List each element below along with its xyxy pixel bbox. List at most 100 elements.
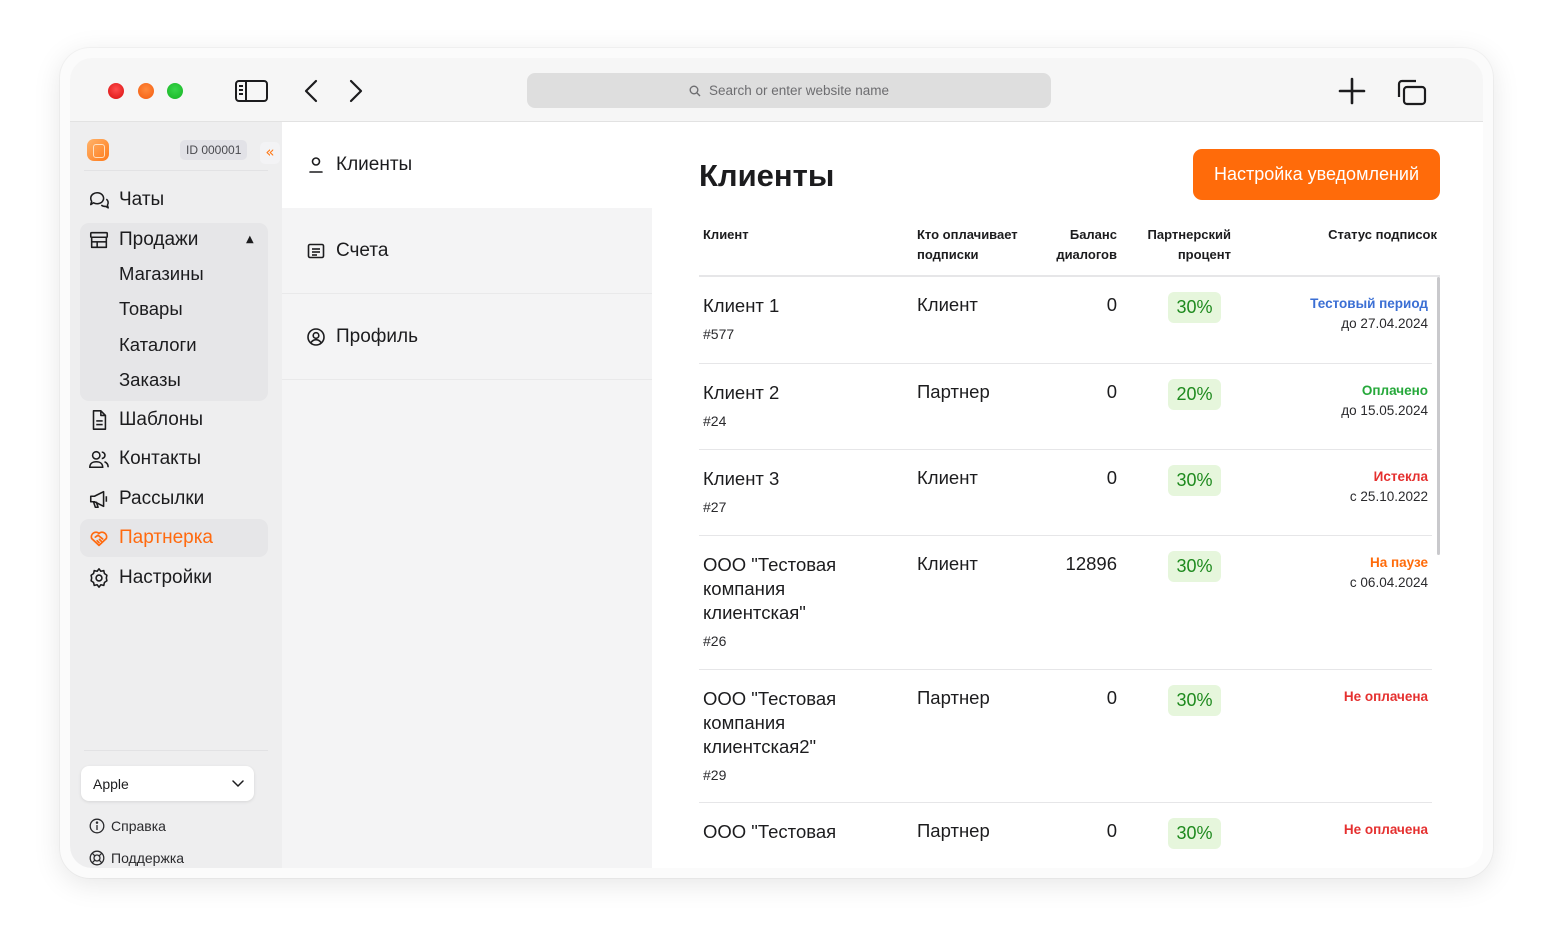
table-row[interactable]: ООО "Тестовая компания клиентская2" #29 П…	[699, 670, 1432, 803]
percent-badge: 20%	[1168, 379, 1221, 410]
divider	[84, 170, 268, 171]
chevron-down-icon	[232, 780, 244, 788]
zoom-window-button[interactable]	[167, 83, 183, 99]
store-select-value: Apple	[93, 775, 129, 792]
sidebar-item-label: Продажи	[119, 229, 199, 250]
gear-icon	[90, 568, 108, 588]
lifebuoy-icon	[89, 850, 105, 866]
help-link[interactable]: Справка	[89, 818, 166, 834]
column-header-percent[interactable]: Партнерский процент	[1136, 225, 1231, 265]
handshake-icon	[90, 531, 108, 547]
client-id: #577	[703, 326, 735, 342]
new-tab-icon[interactable]	[1338, 77, 1366, 105]
sidebar-item-label: Контакты	[119, 448, 202, 469]
table-row[interactable]: ООО "Тестовая компания клиентская" #26 Кл…	[699, 536, 1432, 670]
percent-badge: 30%	[1168, 818, 1221, 849]
status-label: Не оплачена	[1343, 822, 1428, 837]
status-cell: Оплачено до 15.05.2024	[1341, 381, 1428, 421]
percent-badge: 30%	[1168, 685, 1221, 716]
subnav-label: Клиенты	[336, 154, 413, 175]
sidebar-item-label: Чаты	[119, 189, 165, 210]
column-header-client[interactable]: Клиент	[703, 225, 749, 245]
client-id: #24	[703, 413, 727, 429]
chat-icon	[89, 191, 109, 209]
column-header-payer[interactable]: Кто оплачивает подписки	[917, 225, 1018, 265]
partner-subnav: Клиенты Счета Профиль	[282, 122, 652, 868]
payer-cell: Партнер	[917, 820, 990, 841]
sidebar-item-partner[interactable]: Партнерка	[80, 519, 268, 557]
balance-cell: 0	[1106, 381, 1117, 402]
sidebar-item-label: Рассылки	[119, 488, 205, 509]
megaphone-icon	[89, 490, 108, 509]
minimize-window-button[interactable]	[138, 83, 154, 99]
balance-cell: 12896	[1065, 553, 1117, 574]
subnav-profile[interactable]: Профиль	[282, 294, 652, 380]
browser-content: Search or enter website name ID 000001 «…	[70, 58, 1483, 868]
sidebar-item-settings[interactable]: Настройки	[80, 559, 268, 597]
balance-cell: 0	[1106, 294, 1117, 315]
payer-cell: Партнер	[917, 687, 990, 708]
browser-toolbar: Search or enter website name	[70, 58, 1483, 122]
subnav-invoices[interactable]: Счета	[282, 208, 652, 294]
store-select[interactable]: Apple	[81, 766, 254, 801]
sidebar-item-mailings[interactable]: Рассылки	[80, 480, 268, 518]
sidebar-item-chats[interactable]: Чаты	[80, 181, 268, 219]
subnav-label: Счета	[336, 239, 389, 261]
forward-icon[interactable]	[347, 79, 365, 103]
status-date: до 15.05.2024	[1341, 403, 1428, 418]
sidebar-subitem-orders[interactable]: Заказы	[119, 369, 181, 391]
balance-cell: 0	[1106, 467, 1117, 488]
sidebar-item-templates[interactable]: Шаблоны	[80, 401, 268, 439]
sidebar-toggle-icon[interactable]	[235, 80, 268, 102]
payer-cell: Партнер	[917, 381, 990, 402]
account-id-badge: ID 000001	[180, 140, 248, 160]
sidebar-subitem-catalogs[interactable]: Каталоги	[119, 334, 197, 356]
client-name-cell: ООО "Тестовая компания клиентская2" #29	[703, 687, 873, 787]
status-label: Оплачено	[1361, 383, 1428, 398]
divider	[84, 750, 268, 751]
invoice-icon	[307, 243, 325, 258]
back-icon[interactable]	[302, 79, 320, 103]
table-row[interactable]: Клиент 3 #27 Клиент 0 30% Истекла с 25.10.…	[699, 450, 1432, 536]
sidebar-subitem-stores[interactable]: Магазины	[119, 263, 204, 285]
sidebar-subitem-products[interactable]: Товары	[119, 298, 183, 320]
app-logo[interactable]	[87, 139, 109, 161]
subnav-clients[interactable]: Клиенты	[282, 122, 652, 208]
collapse-sidebar-button[interactable]: «	[260, 142, 280, 164]
client-id: #27	[703, 499, 727, 515]
address-placeholder: Search or enter website name	[708, 83, 890, 98]
page-title: Клиенты	[699, 158, 835, 193]
column-header-status[interactable]: Статус подписок	[1292, 225, 1437, 245]
client-id: #29	[703, 767, 727, 783]
sidebar-item-label: Настройки	[119, 567, 213, 588]
support-label: Поддержка	[111, 850, 185, 866]
status-cell: Истекла с 25.10.2022	[1350, 467, 1428, 507]
tab-overview-icon[interactable]	[1396, 79, 1428, 107]
table-row[interactable]: ООО "Тестовая Партнер 0 30% Не оплачена	[699, 803, 1432, 868]
close-window-button[interactable]	[108, 83, 124, 99]
store-icon	[89, 231, 109, 249]
client-name-cell: ООО "Тестовая компания клиентская" #26	[703, 553, 873, 653]
status-date: до 27.04.2024	[1341, 316, 1428, 331]
person-icon	[309, 157, 323, 173]
collapse-caret-icon[interactable]: ▲	[246, 234, 254, 245]
table-scrollbar[interactable]	[1437, 277, 1440, 555]
users-icon	[89, 450, 109, 469]
table-row[interactable]: Клиент 1 #577 Клиент 0 30% Тестовый перио…	[699, 277, 1432, 364]
client-name-cell: Клиент 1 #577	[703, 294, 873, 346]
address-bar[interactable]: Search or enter website name	[527, 73, 1051, 108]
support-link[interactable]: Поддержка	[89, 850, 184, 866]
percent-badge: 30%	[1168, 292, 1221, 323]
client-name-cell: Клиент 2 #24	[703, 381, 873, 433]
notification-settings-button[interactable]: Настройка уведомлений	[1193, 149, 1440, 200]
column-header-balance[interactable]: Баланс диалогов	[1047, 225, 1117, 265]
table-row[interactable]: Клиент 2 #24 Партнер 0 20% Оплачено до 15.…	[699, 364, 1432, 450]
info-icon	[89, 818, 105, 834]
sidebar-item-sales[interactable]: Продажи	[80, 221, 268, 259]
help-label: Справка	[111, 818, 166, 834]
percent-badge: 30%	[1168, 551, 1221, 582]
search-icon	[689, 85, 701, 96]
sidebar-item-contacts[interactable]: Контакты	[80, 440, 268, 478]
at-icon	[307, 327, 325, 346]
client-name-cell: Клиент 3 #27	[703, 467, 873, 519]
